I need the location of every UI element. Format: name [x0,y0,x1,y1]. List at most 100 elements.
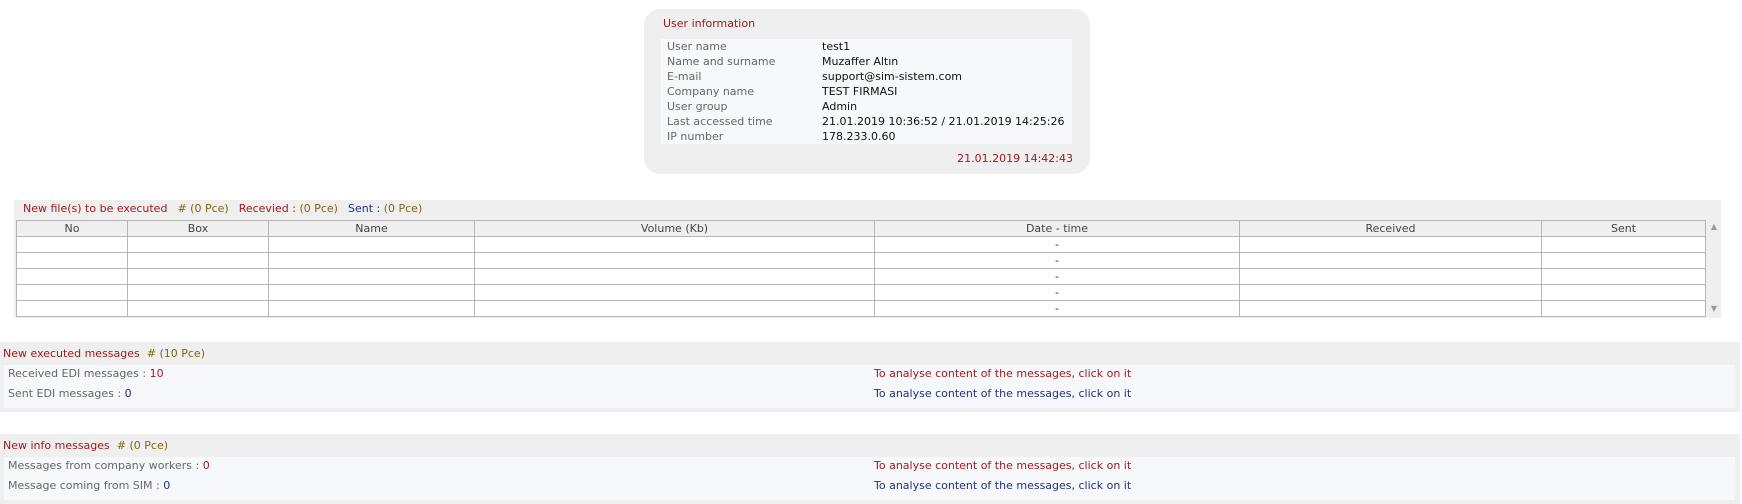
table-row[interactable]: - [16,268,1706,285]
info-messages-body: Messages from company workers : 0 To ana… [4,457,1735,500]
info-messages-count: # (0 Pce) [116,439,169,452]
executed-messages-body: Received EDI messages : 10 To analyse co… [4,365,1735,408]
sim-messages-row: Message coming from SIM : 0 [8,479,170,495]
table-cell: - [874,252,1240,269]
table-cell [268,236,475,253]
table-cell: - [874,236,1240,253]
table-cell [1239,252,1542,269]
email-value: support@sim-sistem.com [822,70,963,83]
table-cell [1541,268,1706,285]
last-accessed-value: 21.01.2019 10:36:52 / 21.01.2019 14:25:2… [822,115,1065,128]
analyse-sent-edi-link[interactable]: To analyse content of the messages, clic… [874,387,1131,400]
email-label: E-mail [667,70,702,83]
sent-edi-label: Sent EDI messages : [8,387,125,400]
user-info-row: Name and surname Muzaffer Altın [661,54,1072,69]
company-name-value: TEST FIRMASI [822,85,898,98]
table-row[interactable]: - [16,300,1706,317]
company-workers-count: 0 [202,459,210,472]
files-sent-count: (0 Pce) [383,202,423,215]
table-row[interactable]: - [16,252,1706,269]
full-name-label: Name and surname [667,55,776,68]
info-messages-panel: New info messages # (0 Pce) Messages from… [0,434,1740,504]
user-group-label: User group [667,100,728,113]
user-group-value: Admin [822,100,858,113]
table-cell [1239,300,1542,317]
table-cell [127,284,269,301]
user-info-row: User group Admin [661,99,1072,114]
files-table-header-row: No Box Name Volume (Kb) Date - time Rece… [16,220,1706,237]
table-row[interactable]: - [16,284,1706,301]
sim-messages-count: 0 [163,479,171,492]
executed-messages-title: New executed messages [3,347,140,360]
table-cell [16,236,128,253]
user-info-row: Company name TEST FIRMASI [661,84,1072,99]
user-name-value: test1 [822,40,851,53]
table-cell [474,268,875,285]
company-workers-row: Messages from company workers : 0 [8,459,210,475]
user-name-label: User name [667,40,727,53]
table-cell [268,284,475,301]
sent-edi-row: Sent EDI messages : 0 [8,387,132,403]
sent-edi-count: 0 [124,387,132,400]
files-header: New file(s) to be executed # (0 Pce) Recev… [23,202,432,215]
user-info-title: User information [663,17,756,30]
table-cell [474,300,875,317]
full-name-value: Muzaffer Altın [822,55,899,68]
user-info-row: IP number 178.233.0.60 [661,129,1072,144]
column-header-box[interactable]: Box [127,220,269,237]
table-row[interactable]: - [16,236,1706,253]
table-cell [474,252,875,269]
ip-number-label: IP number [667,130,724,143]
table-cell: - [874,268,1240,285]
files-table: No Box Name Volume (Kb) Date - time Rece… [16,220,1706,317]
table-cell [268,300,475,317]
analyse-received-edi-link[interactable]: To analyse content of the messages, clic… [874,367,1131,380]
company-workers-label: Messages from company workers : [8,459,203,472]
table-cell [1541,236,1706,253]
user-info-row: User name test1 [661,39,1072,54]
ip-number-value: 178.233.0.60 [822,130,896,143]
column-header-date-time[interactable]: Date - time [874,220,1240,237]
table-cell [1239,268,1542,285]
user-info-row: E-mail support@sim-sistem.com [661,69,1072,84]
files-sent-label: Sent : [347,202,384,215]
table-cell [16,268,128,285]
column-header-volume[interactable]: Volume (Kb) [474,220,875,237]
info-messages-header: New info messages # (0 Pce) [3,439,168,452]
received-edi-label: Received EDI messages : [8,367,150,380]
executed-messages-header: New executed messages # (10 Pce) [3,347,205,360]
table-cell [16,284,128,301]
table-cell: - [874,300,1240,317]
table-cell [268,268,475,285]
table-cell [1239,284,1542,301]
table-cell [1541,252,1706,269]
scroll-down-arrow-icon[interactable]: ▼ [1709,304,1719,314]
table-cell [127,252,269,269]
user-info-panel: User information User name test1 Name an… [644,9,1090,174]
table-cell [474,284,875,301]
column-header-name[interactable]: Name [268,220,475,237]
files-count: # (0 Pce) [177,202,229,215]
table-cell [16,300,128,317]
executed-messages-count: # (10 Pce) [146,347,205,360]
table-cell [268,252,475,269]
files-received-label: Recevied : [238,202,300,215]
column-header-received[interactable]: Received [1239,220,1542,237]
executed-messages-panel: New executed messages # (10 Pce) Received… [0,342,1740,412]
table-cell: - [874,284,1240,301]
files-received-count: (0 Pce) [299,202,338,215]
info-messages-title: New info messages [3,439,110,452]
table-cell [1541,284,1706,301]
files-title: New file(s) to be executed [23,202,168,215]
scroll-up-arrow-icon[interactable]: ▲ [1709,222,1719,232]
column-header-no[interactable]: No [16,220,128,237]
table-cell [16,252,128,269]
received-edi-count: 10 [149,367,164,380]
analyse-company-workers-link[interactable]: To analyse content of the messages, clic… [874,459,1131,472]
user-info-table: User name test1 Name and surname Muzaffe… [661,39,1072,144]
table-cell [127,268,269,285]
analyse-sim-messages-link[interactable]: To analyse content of the messages, clic… [874,479,1131,492]
column-header-sent[interactable]: Sent [1541,220,1706,237]
sim-messages-label: Message coming from SIM : [8,479,164,492]
user-info-row: Last accessed time 21.01.2019 10:36:52 /… [661,114,1072,129]
